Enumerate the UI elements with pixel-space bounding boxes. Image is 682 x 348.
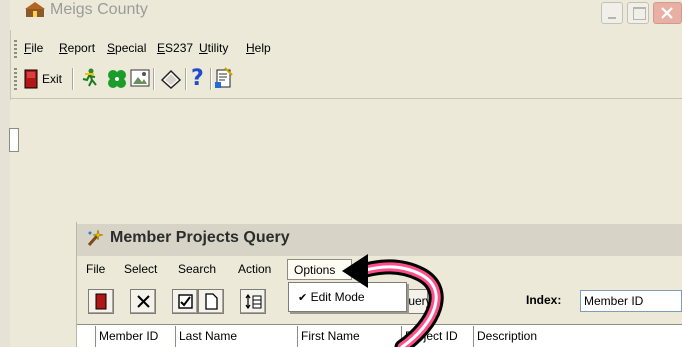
toolbar-separator: [72, 68, 74, 90]
close-icon: [661, 7, 673, 19]
close-button[interactable]: [653, 2, 682, 24]
new-record-button[interactable]: [198, 289, 224, 314]
clear-button[interactable]: [130, 289, 156, 314]
side-dock-tab[interactable]: [9, 128, 19, 152]
menu-es237[interactable]: ES237: [157, 41, 193, 55]
window-title: Meigs County: [50, 1, 148, 18]
menu-grip[interactable]: [14, 40, 17, 58]
toolbar-grip[interactable]: [14, 68, 17, 90]
toolbar-separator: [153, 68, 155, 90]
column-last-name[interactable]: Last Name: [175, 326, 297, 347]
toolbar-separator: [210, 68, 212, 90]
workspace-divider: [10, 98, 682, 99]
index-select[interactable]: Member ID: [580, 290, 682, 312]
child-menu-action[interactable]: Action: [238, 262, 271, 276]
list-arrows-icon: [245, 294, 262, 310]
exit-door-icon: [95, 293, 107, 310]
help-question-icon[interactable]: ?: [191, 66, 204, 91]
toolbar-separator: [185, 68, 187, 90]
exit-label: Exit: [42, 72, 63, 86]
column-member-id[interactable]: Member ID: [95, 326, 175, 347]
child-menu-select[interactable]: Select: [124, 262, 157, 276]
menu-utility[interactable]: Utility: [199, 41, 228, 55]
menu-item-edit-mode[interactable]: ✔ Edit Mode: [292, 287, 403, 307]
child-menu-file[interactable]: File: [86, 262, 105, 276]
checkmark-icon: ✔: [298, 291, 308, 304]
menu-special[interactable]: Special: [107, 41, 146, 55]
blank-page-icon: [205, 293, 218, 310]
document-edit-icon[interactable]: [214, 67, 234, 90]
checkbox-icon: [178, 294, 193, 309]
picture-icon[interactable]: [130, 68, 150, 90]
child-menu-search[interactable]: Search: [178, 262, 216, 276]
select-checkbox-button[interactable]: [172, 289, 198, 314]
exit-door-icon: [24, 69, 38, 89]
column-first-name[interactable]: First Name: [297, 326, 401, 347]
close-form-button[interactable]: [88, 289, 114, 314]
index-label: Index:: [526, 293, 562, 307]
running-man-icon[interactable]: [80, 68, 100, 90]
eraser-icon[interactable]: [160, 68, 182, 90]
column-project-id[interactable]: Project ID: [401, 326, 473, 347]
x-mark-icon: [137, 295, 150, 308]
menu-help[interactable]: Help: [246, 41, 271, 55]
clover-icon[interactable]: [106, 68, 128, 90]
app-home-icon: [25, 2, 45, 17]
menu-report[interactable]: Report: [59, 41, 95, 55]
magic-wand-icon: [87, 229, 104, 246]
child-window-title: Member Projects Query: [110, 229, 290, 246]
menu-file[interactable]: File: [24, 41, 43, 55]
child-menu-bar: [77, 258, 682, 280]
child-menu-options[interactable]: Options: [287, 259, 352, 280]
list-sort-button[interactable]: [240, 289, 266, 314]
minimize-button[interactable]: [601, 2, 623, 24]
exit-button[interactable]: Exit: [24, 68, 70, 90]
maximize-button[interactable]: [627, 2, 649, 24]
menu-item-edit-mode-label: Edit Mode: [310, 290, 365, 304]
column-description[interactable]: Description: [473, 326, 682, 347]
